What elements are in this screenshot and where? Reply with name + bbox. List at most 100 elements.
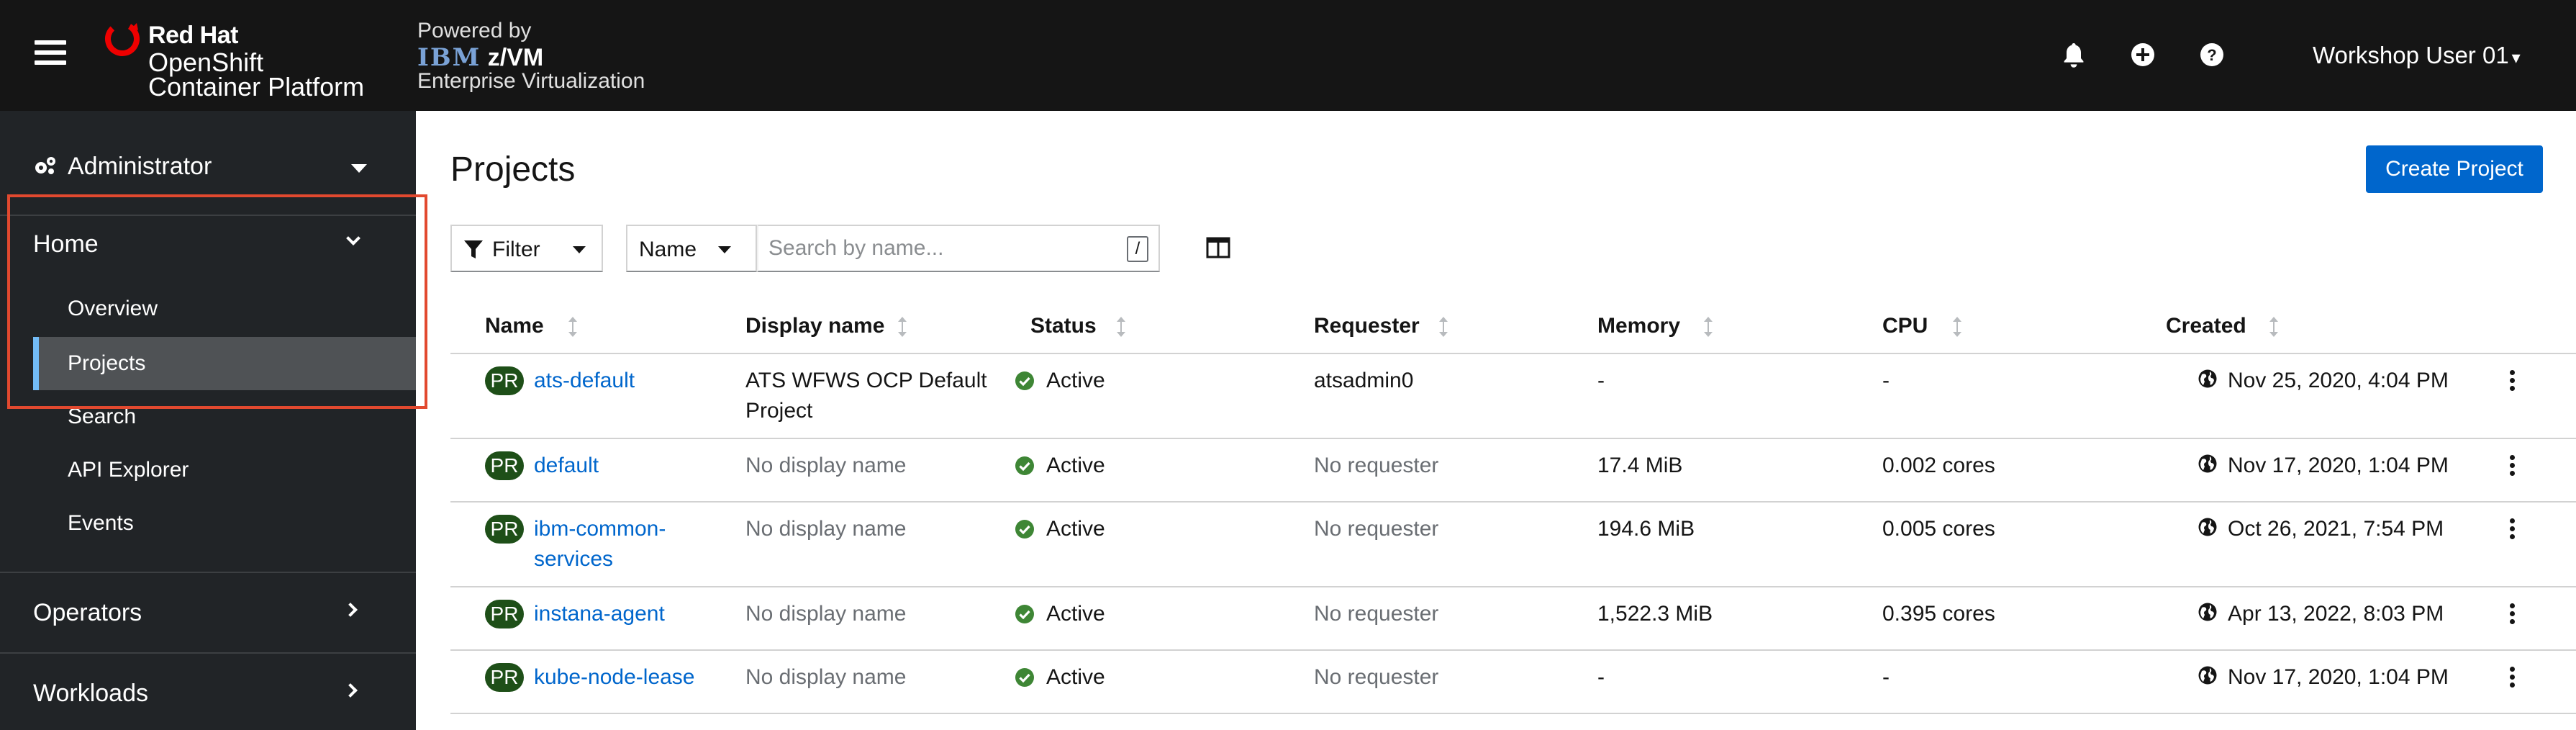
keyboard-shortcut-hint: / <box>1127 236 1148 262</box>
svg-text:?: ? <box>2207 46 2216 64</box>
project-name-link[interactable]: instana-agent <box>534 599 665 629</box>
sort-icon[interactable] <box>1115 315 1127 338</box>
name-filter-dropdown[interactable]: Name <box>626 225 757 272</box>
chevron-down-icon[interactable] <box>346 231 360 245</box>
cpu-cell: - <box>1882 665 1890 689</box>
divider <box>0 215 416 216</box>
row-actions-kebab-icon[interactable] <box>2501 515 2523 547</box>
status-check-icon <box>1015 605 1034 623</box>
user-menu[interactable]: Workshop User 01 ▾ <box>2313 42 2521 69</box>
nav-section-operators[interactable]: Operators <box>33 599 142 627</box>
project-name-link[interactable]: default <box>534 451 599 481</box>
filter-icon <box>464 240 483 258</box>
table-row: PR default No display name Active No request… <box>450 439 2576 503</box>
plus-circle-icon[interactable] <box>2128 40 2157 69</box>
red-hat-logo-icon <box>105 22 140 56</box>
created-cell: Oct 26, 2021, 7:54 PM <box>2228 517 2444 541</box>
column-header-cpu[interactable]: CPU <box>1882 314 1928 338</box>
sidebar-item-search[interactable]: Search <box>33 390 416 443</box>
column-header-status[interactable]: Status <box>1030 314 1097 338</box>
column-management-icon[interactable] <box>1206 236 1230 259</box>
caret-down-icon: ▾ <box>2511 48 2521 68</box>
created-cell: Nov 25, 2020, 4:04 PM <box>2228 369 2449 392</box>
globe-icon <box>2198 369 2217 388</box>
status-check-icon <box>1015 371 1034 390</box>
notification-bell-icon[interactable] <box>2059 40 2088 69</box>
hamburger-menu-icon[interactable] <box>35 40 66 69</box>
status-check-icon <box>1015 668 1034 687</box>
status-cell: Active <box>1046 602 1105 626</box>
row-actions-kebab-icon[interactable] <box>2501 452 2523 484</box>
brand-line-container-platform: Container Platform <box>148 72 365 102</box>
display-name-cell: ATS WFWS OCP Default Project <box>745 366 987 426</box>
create-project-button[interactable]: Create Project <box>2366 145 2543 193</box>
requester-cell: No requester <box>1314 454 1439 477</box>
sidebar-item-label: Events <box>68 511 134 535</box>
requester-cell: No requester <box>1314 602 1439 626</box>
created-cell: Apr 13, 2022, 8:03 PM <box>2228 602 2444 626</box>
project-name-link[interactable]: kube-node-lease <box>534 662 695 693</box>
brand-logo[interactable]: Red Hat OpenShift Container Platform <box>99 17 373 102</box>
project-name-line: ats-default <box>534 369 635 392</box>
project-badge: PR <box>485 600 524 628</box>
project-name-line: kube-node-lease <box>534 665 695 689</box>
sidebar-item-projects[interactable]: Projects <box>33 337 416 390</box>
sidebar: Administrator Home Overview Projects Sea… <box>0 111 416 730</box>
row-actions-kebab-icon[interactable] <box>2501 664 2523 695</box>
sort-icon[interactable] <box>567 315 579 338</box>
search-box: / <box>757 225 1160 272</box>
nav-section-workloads[interactable]: Workloads <box>33 680 148 708</box>
masthead: Red Hat OpenShift Container Platform Pow… <box>0 0 2576 111</box>
ibm-logo-text: IBM <box>417 43 481 72</box>
project-name-line: instana-agent <box>534 602 665 626</box>
project-name-line: services <box>534 547 614 571</box>
display-name-line: Project <box>745 399 813 423</box>
display-name-line: No display name <box>745 454 907 477</box>
nav-section-home[interactable]: Home <box>33 230 99 258</box>
column-header-display-name[interactable]: Display name <box>745 314 884 338</box>
row-actions-kebab-icon[interactable] <box>2501 600 2523 632</box>
status-cell: Active <box>1046 369 1105 392</box>
created-cell: Nov 17, 2020, 1:04 PM <box>2228 454 2449 477</box>
caret-down-icon <box>573 246 586 253</box>
column-header-memory[interactable]: Memory <box>1597 314 1680 338</box>
column-header-requester[interactable]: Requester <box>1314 314 1420 338</box>
memory-cell: 1,522.3 MiB <box>1597 602 1713 626</box>
help-icon[interactable]: ? <box>2198 40 2226 69</box>
project-name-line: default <box>534 454 599 477</box>
sort-icon[interactable] <box>1951 315 1963 338</box>
display-name-line: No display name <box>745 602 907 626</box>
sort-icon[interactable] <box>2268 315 2280 338</box>
chevron-right-icon[interactable] <box>343 603 358 617</box>
caret-down-icon <box>718 246 731 253</box>
globe-icon <box>2198 518 2217 536</box>
column-header-name[interactable]: Name <box>485 314 544 338</box>
row-actions-kebab-icon[interactable] <box>2501 367 2523 399</box>
sort-icon[interactable] <box>1702 315 1714 338</box>
sidebar-item-label: Search <box>68 405 137 428</box>
project-name-link[interactable]: ats-default <box>534 366 635 396</box>
display-name-line: No display name <box>745 665 907 689</box>
sidebar-item-api-explorer[interactable]: API Explorer <box>33 443 416 497</box>
divider <box>0 652 416 654</box>
column-header-created[interactable]: Created <box>2166 314 2246 338</box>
project-name-link[interactable]: ibm-common-services <box>534 514 666 574</box>
display-name-line: No display name <box>745 517 907 541</box>
perspective-switcher[interactable]: Administrator <box>0 132 416 199</box>
page-title: Projects <box>450 150 576 189</box>
cpu-cell: 0.005 cores <box>1882 517 1995 541</box>
sidebar-item-events[interactable]: Events <box>33 497 416 550</box>
table-row: PR kube-node-lease No display name Active No… <box>450 651 2576 714</box>
user-name: Workshop User 01 <box>2313 42 2509 68</box>
sort-icon[interactable] <box>897 315 908 338</box>
chevron-right-icon[interactable] <box>343 683 358 698</box>
sidebar-item-overview[interactable]: Overview <box>33 282 416 335</box>
filter-dropdown[interactable]: Filter <box>450 225 603 272</box>
search-input[interactable] <box>768 233 1114 263</box>
project-badge: PR <box>485 515 524 544</box>
status-check-icon <box>1015 456 1034 475</box>
display-name-line: ATS WFWS OCP Default <box>745 369 987 392</box>
cpu-cell: - <box>1882 369 1890 392</box>
table-row: PR instana-agent No display name Active No r… <box>450 587 2576 651</box>
sort-icon[interactable] <box>1438 315 1449 338</box>
